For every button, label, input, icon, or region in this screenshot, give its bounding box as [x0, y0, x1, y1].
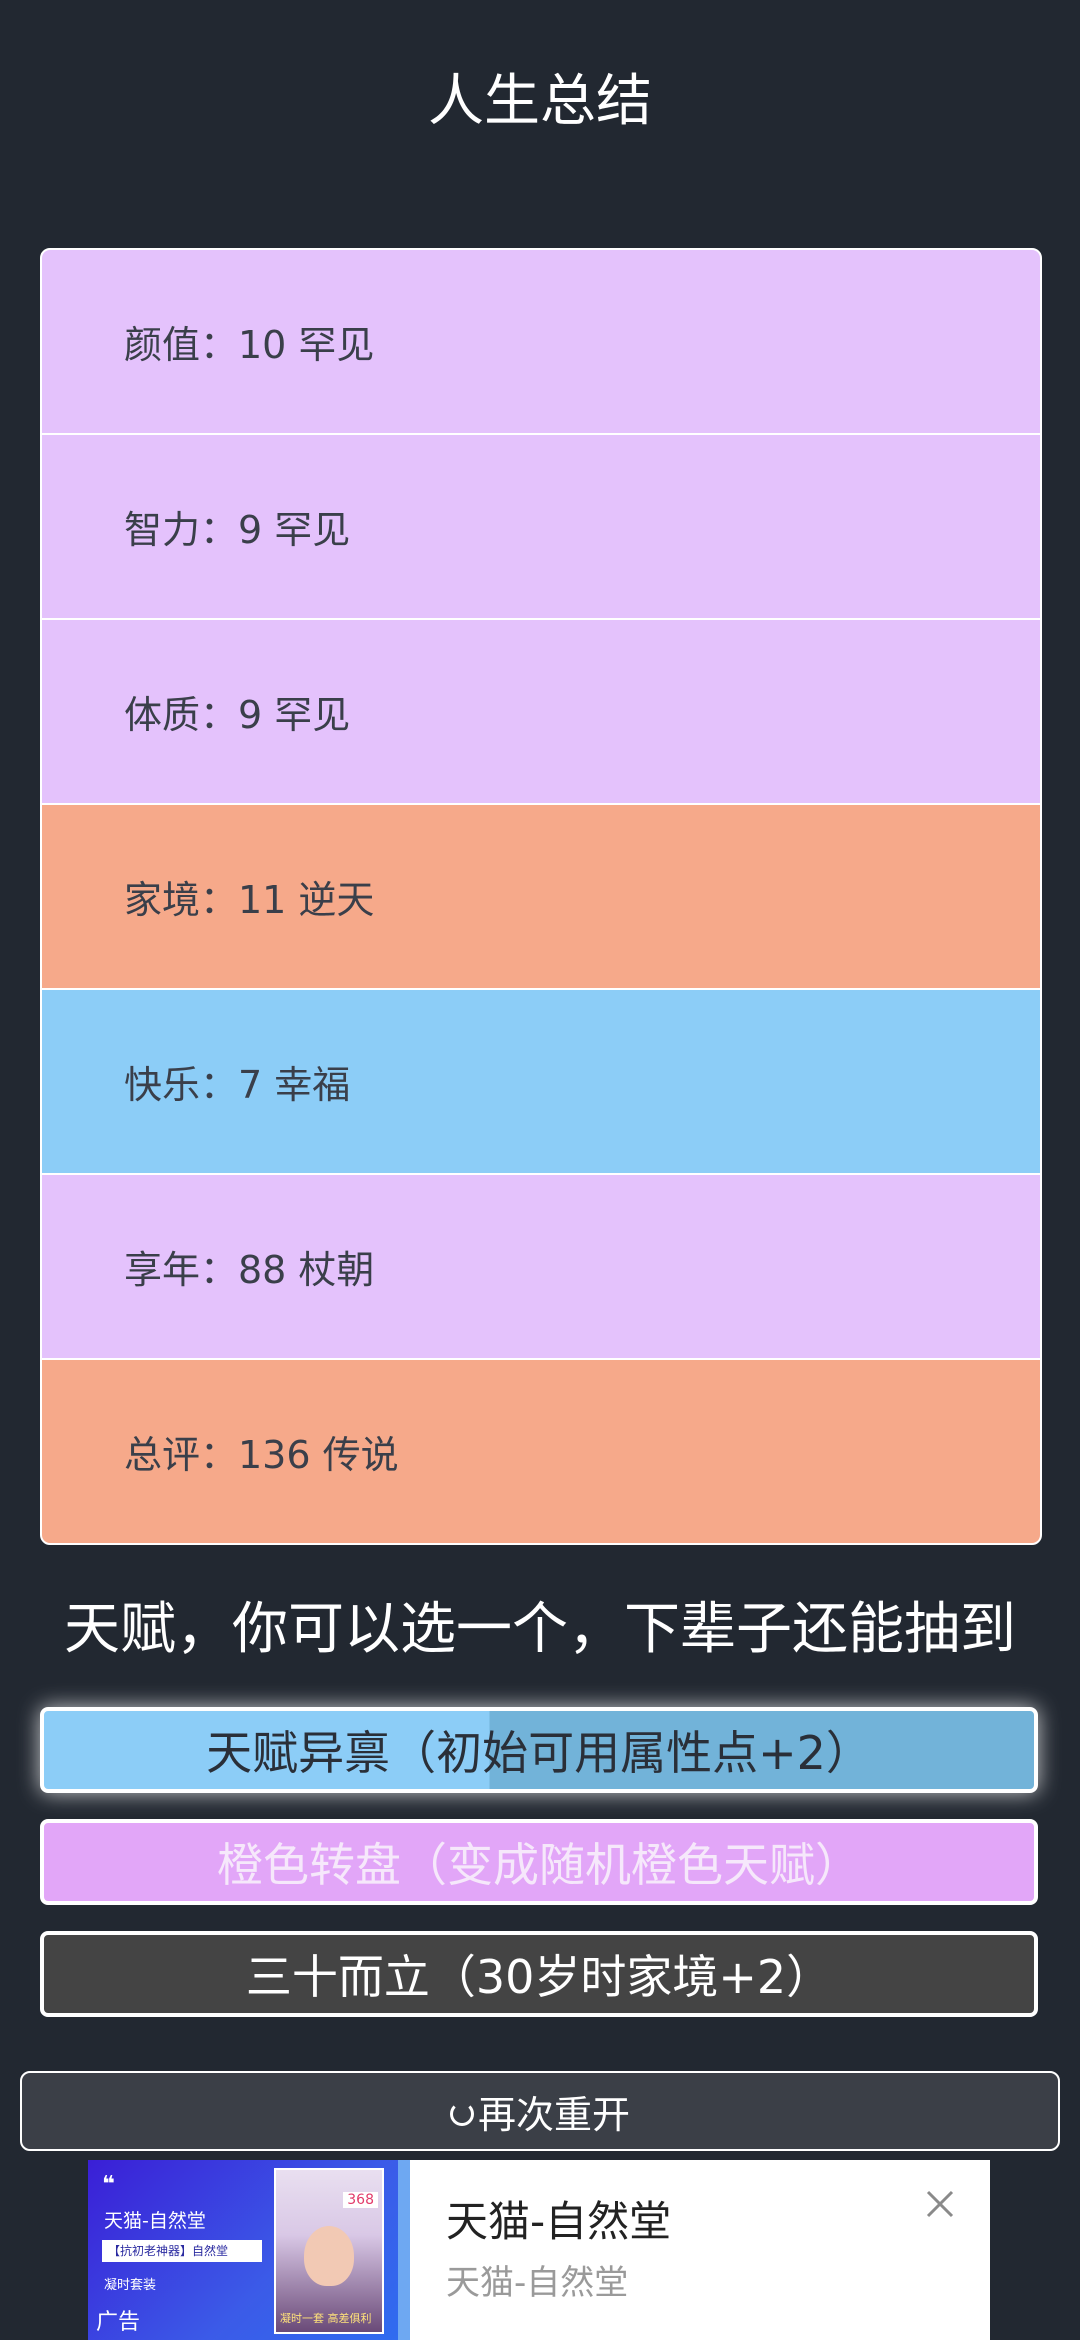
stat-label: 颜值：10 罕见	[124, 323, 375, 367]
stats-table: 颜值：10 罕见 智力：9 罕见 体质：9 罕见 家境：11 逆天 快乐：7 幸…	[40, 248, 1042, 1545]
stat-label: 体质：9 罕见	[124, 693, 351, 737]
talent-option-label: 三十而立（30岁时家境+2）	[245, 1950, 833, 2004]
ad-image-title: 天猫-自然堂	[104, 2210, 206, 2232]
talent-option-3[interactable]: 三十而立（30岁时家境+2）	[40, 1931, 1038, 2017]
ad-product-photo: 368 凝时一套 高差俱利	[274, 2168, 384, 2334]
talent-option-1[interactable]: 天赋异禀（初始可用属性点+2）	[40, 1707, 1038, 1793]
talent-option-2[interactable]: 橙色转盘（变成随机橙色天赋）	[40, 1819, 1038, 1905]
stat-row-intelligence: 智力：9 罕见	[42, 435, 1040, 618]
stat-label: 总评：136 传说	[124, 1433, 399, 1477]
ad-title: 天猫-自然堂	[446, 2197, 672, 2246]
stat-row-appearance: 颜值：10 罕见	[42, 250, 1040, 433]
ad-model-face	[304, 2226, 354, 2286]
ad-subtitle: 天猫-自然堂	[446, 2263, 629, 2303]
ad-image-product: 凝时套装	[104, 2278, 157, 2293]
talent-heading: 天赋，你可以选一个，下辈子还能抽到	[64, 1597, 1016, 1662]
stat-label: 享年：88 杖朝	[124, 1248, 375, 1292]
stat-row-constitution: 体质：9 罕见	[42, 620, 1040, 803]
stat-row-family: 家境：11 逆天	[42, 805, 1040, 988]
restart-label: 再次重开	[477, 2092, 630, 2137]
ad-image-edge	[398, 2160, 410, 2340]
ad-label: 广告	[96, 2310, 141, 2335]
ad-text-block[interactable]: 天猫-自然堂 天猫-自然堂	[410, 2160, 990, 2340]
stat-row-lifespan: 享年：88 杖朝	[42, 1175, 1040, 1358]
close-icon[interactable]	[920, 2184, 960, 2224]
stat-label: 快乐：7 幸福	[124, 1063, 351, 1107]
stat-label: 家境：11 逆天	[124, 878, 375, 922]
restart-button[interactable]: 再次重开	[20, 2071, 1060, 2151]
ad-image-tagline: 【抗初老神器】自然堂	[102, 2240, 262, 2262]
ad-photo-caption: 凝时一套 高差俱利	[280, 2312, 372, 2325]
stat-label: 智力：9 罕见	[124, 508, 351, 552]
talent-option-label: 橙色转盘（变成随机橙色天赋）	[217, 1838, 861, 1892]
stat-row-happiness: 快乐：7 幸福	[42, 990, 1040, 1173]
talent-option-label: 天赋异禀（初始可用属性点+2）	[206, 1726, 872, 1780]
ad-banner[interactable]: ❝ 天猫-自然堂 【抗初老神器】自然堂 凝时套装 广告 368 凝时一套 高差俱…	[88, 2160, 990, 2340]
ad-image[interactable]: ❝ 天猫-自然堂 【抗初老神器】自然堂 凝时套装 广告 368 凝时一套 高差俱…	[88, 2160, 410, 2340]
ad-image-quote: ❝	[102, 2172, 115, 2197]
page-title: 人生总结	[428, 69, 652, 134]
ad-photo-badge: 368	[343, 2192, 378, 2208]
stat-row-overall: 总评：136 传说	[42, 1360, 1040, 1543]
refresh-icon	[449, 2102, 474, 2126]
